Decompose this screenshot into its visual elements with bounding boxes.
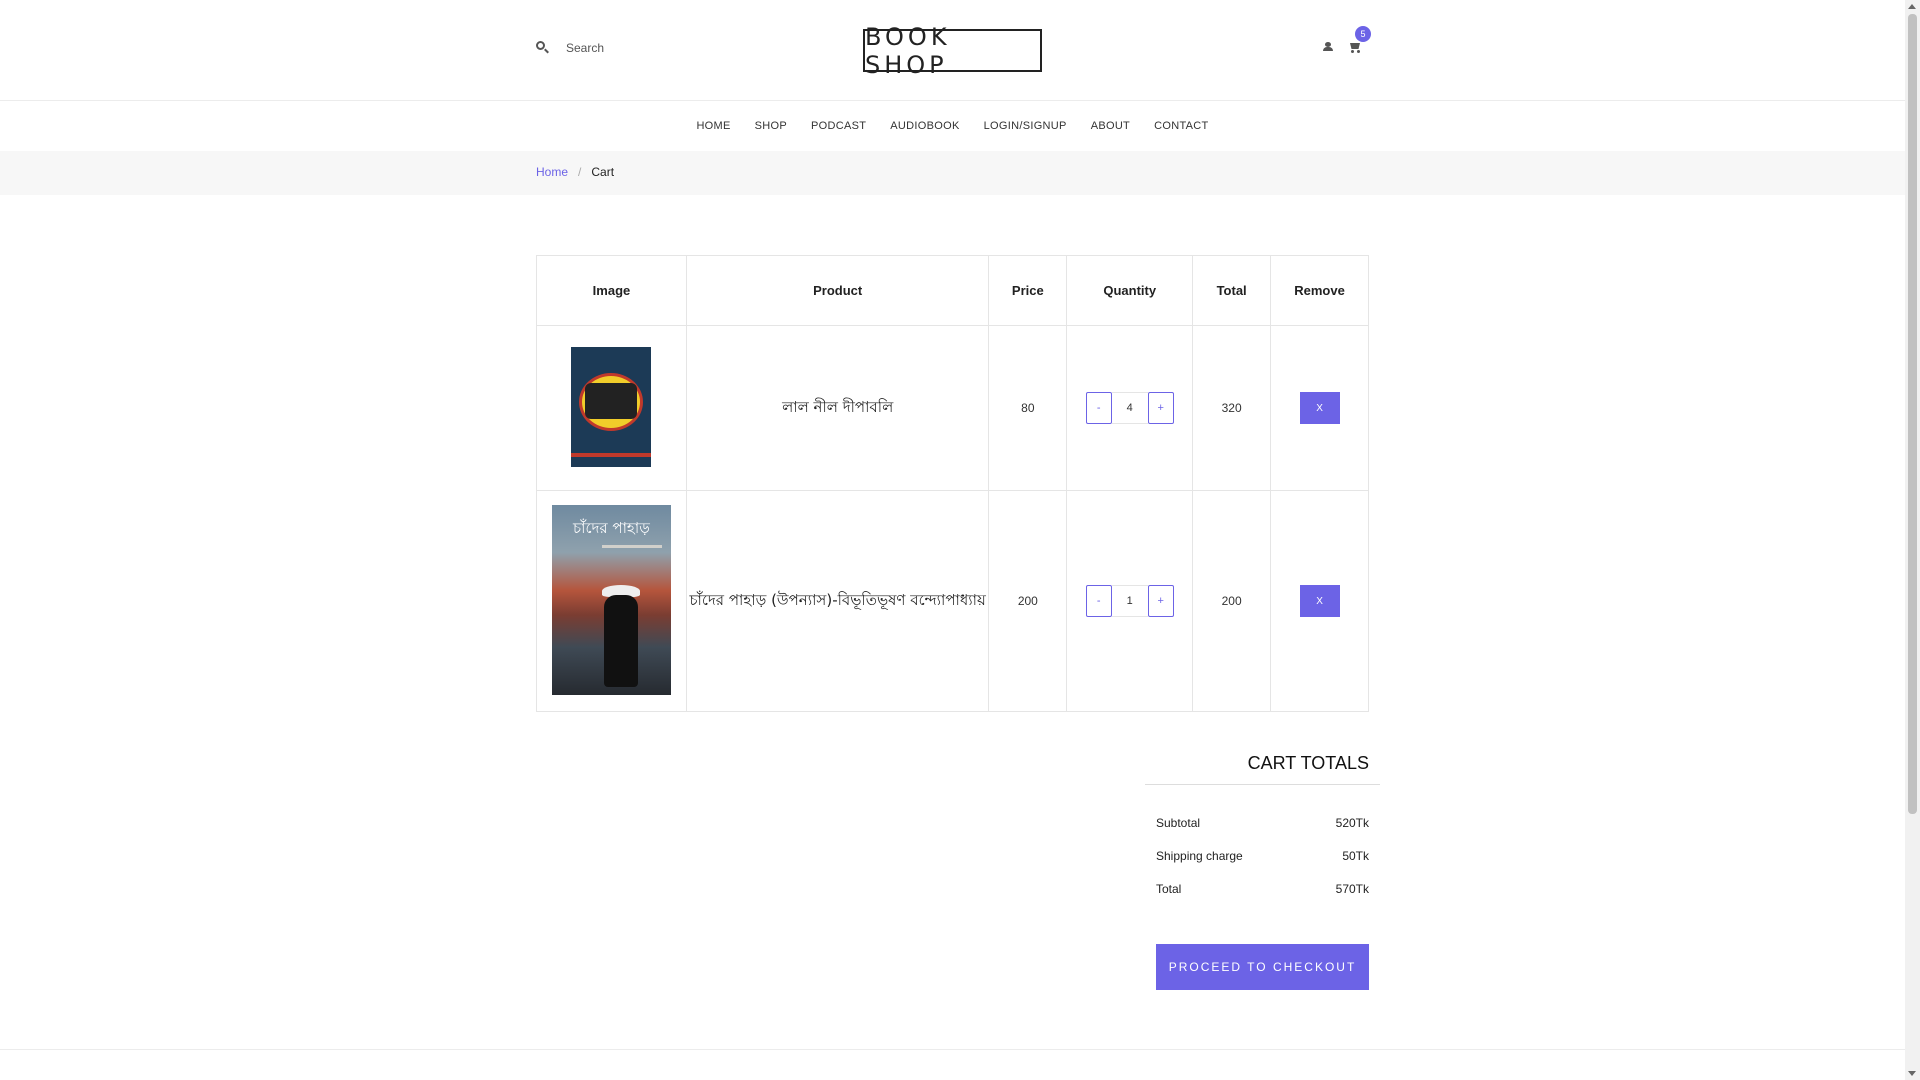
scroll-down-arrow-icon[interactable]	[1908, 1071, 1916, 1076]
cart-count-badge: 5	[1355, 26, 1371, 42]
main-nav: HOME SHOP PODCAST AUDIOBOOK LOGIN/SIGNUP…	[0, 101, 1905, 151]
column-header-image: Image	[536, 255, 687, 326]
total-value: 570Tk	[1335, 882, 1369, 896]
product-name-cell: লাল নীল দীপাবলি	[685, 325, 990, 491]
product-name[interactable]: চাঁদের পাহাড় (উপন্যাস)-বিভূতিভূষণ বন্দ্…	[689, 591, 985, 609]
product-name-cell: চাঁদের পাহাড় (উপন্যাস)-বিভূতিভূষণ বন্দ্…	[685, 490, 990, 712]
decrease-quantity-button[interactable]: -	[1085, 585, 1112, 617]
subtotal-label: Subtotal	[1156, 816, 1201, 830]
breadcrumb-home-link[interactable]: Home	[536, 165, 568, 179]
breadcrumb-current: Cart	[591, 165, 615, 179]
page-scrollbar[interactable]	[1905, 0, 1920, 1080]
column-header-quantity: Quantity	[1066, 255, 1194, 326]
product-image-cell	[536, 325, 687, 491]
subtotal-row: Subtotal 520Tk	[1156, 816, 1369, 830]
book-cover-image[interactable]	[571, 346, 652, 467]
product-price: 200	[988, 490, 1068, 712]
proceed-to-checkout-button[interactable]: PROCEED TO CHECKOUT	[1156, 944, 1369, 990]
scrollbar-thumb[interactable]	[1908, 14, 1917, 814]
page: BOOK SHOP 5 HOME SHOP PODCAST AUDIOBOOK …	[0, 0, 1905, 1080]
search-bar	[536, 41, 746, 55]
line-total: 200	[1192, 490, 1272, 712]
product-name[interactable]: লাল নীল দীপাবলি	[782, 398, 893, 416]
breadcrumb-bar: Home / Cart	[0, 151, 1905, 195]
column-header-product: Product	[685, 255, 990, 326]
shipping-value: 50Tk	[1342, 849, 1369, 863]
scroll-up-arrow-icon[interactable]	[1908, 4, 1916, 9]
line-total: 320	[1192, 325, 1272, 491]
cart-table: Image Product Price Quantity Total Remov…	[536, 255, 1369, 712]
subtotal-value: 520Tk	[1335, 816, 1369, 830]
quantity-value[interactable]: 4	[1111, 392, 1148, 424]
remove-item-button[interactable]: X	[1299, 585, 1340, 617]
breadcrumb: Home / Cart	[536, 165, 614, 179]
footer-divider	[0, 1049, 1905, 1050]
cart-totals-title: CART TOTALS	[1145, 753, 1380, 785]
book-cover-image[interactable]: চাঁদের পাহাড়	[551, 504, 671, 695]
increase-quantity-button[interactable]: +	[1147, 585, 1174, 617]
column-header-total: Total	[1192, 255, 1272, 326]
table-row: চাঁদের পাহাড় চাঁদের পাহাড় (উপন্যাস)-বি…	[536, 490, 1369, 712]
nav-item-podcast[interactable]: PODCAST	[811, 120, 866, 132]
shipping-row: Shipping charge 50Tk	[1156, 849, 1369, 863]
quantity-stepper: - 4 +	[1085, 392, 1174, 424]
table-header-row: Image Product Price Quantity Total Remov…	[536, 255, 1369, 326]
site-logo[interactable]: BOOK SHOP	[863, 23, 1042, 79]
quantity-value[interactable]: 1	[1111, 585, 1148, 617]
nav-item-about[interactable]: ABOUT	[1091, 120, 1130, 132]
shipping-label: Shipping charge	[1156, 849, 1243, 863]
user-icon[interactable]	[1323, 42, 1333, 52]
column-header-remove: Remove	[1270, 255, 1369, 326]
quantity-cell: - 1 +	[1066, 490, 1194, 712]
cart-totals: CART TOTALS Subtotal 520Tk Shipping char…	[1145, 753, 1380, 896]
increase-quantity-button[interactable]: +	[1147, 392, 1174, 424]
nav-item-contact[interactable]: CONTACT	[1154, 120, 1208, 132]
search-icon[interactable]	[536, 41, 550, 55]
decrease-quantity-button[interactable]: -	[1085, 392, 1112, 424]
remove-cell: X	[1270, 490, 1369, 712]
breadcrumb-separator: /	[578, 165, 582, 179]
nav-item-login-signup[interactable]: LOGIN/SIGNUP	[984, 120, 1067, 132]
table-row: লাল নীল দীপাবলি 80 - 4 + 320 X	[536, 325, 1369, 491]
nav-item-home[interactable]: HOME	[696, 120, 730, 132]
product-price: 80	[988, 325, 1068, 491]
quantity-cell: - 4 +	[1066, 325, 1194, 491]
remove-cell: X	[1270, 325, 1369, 491]
quantity-stepper: - 1 +	[1085, 585, 1174, 617]
cover-title: চাঁদের পাহাড়	[573, 518, 650, 537]
nav-item-shop[interactable]: SHOP	[755, 120, 787, 132]
site-header: BOOK SHOP 5	[0, 0, 1905, 101]
remove-item-button[interactable]: X	[1299, 392, 1340, 424]
column-header-price: Price	[988, 255, 1068, 326]
search-input[interactable]	[566, 41, 746, 55]
product-image-cell: চাঁদের পাহাড়	[536, 490, 687, 712]
total-label: Total	[1156, 882, 1182, 896]
total-row: Total 570Tk	[1156, 882, 1369, 896]
nav-item-audiobook[interactable]: AUDIOBOOK	[890, 120, 959, 132]
cart-icon[interactable]	[1348, 41, 1361, 53]
